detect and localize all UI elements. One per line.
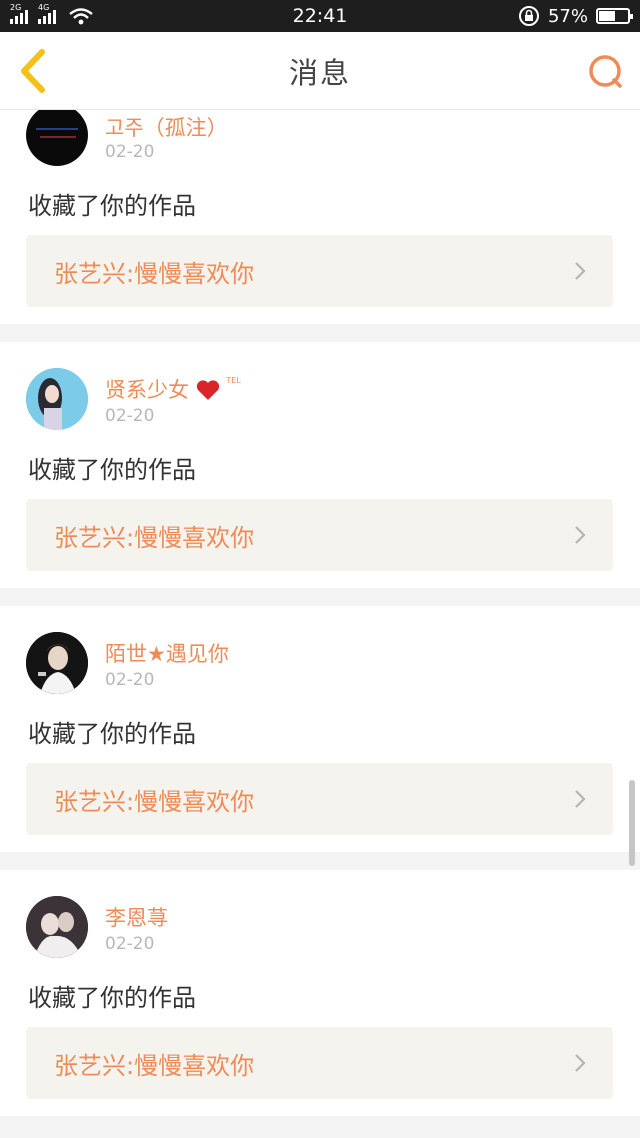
- chevron-right-icon: [575, 526, 586, 544]
- work-title: 张艺兴:慢慢喜欢你: [54, 1051, 255, 1080]
- scrollbar[interactable]: [629, 780, 635, 866]
- avatar[interactable]: [26, 110, 88, 166]
- rotation-lock-icon: [518, 6, 539, 26]
- network-2g-label: 2G: [10, 3, 22, 12]
- message-action: 收藏了你的作品: [28, 984, 196, 1012]
- header-bar: 消息: [0, 32, 640, 110]
- heart-icon: [196, 380, 219, 400]
- page-title: 消息: [288, 55, 351, 90]
- status-bar: 2G 4G 22:41 57%: [0, 0, 640, 32]
- work-link[interactable]: 张艺兴:慢慢喜欢你: [26, 499, 613, 571]
- work-title: 张艺兴:慢慢喜欢你: [54, 523, 255, 552]
- chevron-right-icon: [575, 790, 586, 808]
- avatar[interactable]: [26, 896, 88, 958]
- battery-fill: [599, 11, 615, 21]
- avatar[interactable]: [26, 632, 88, 694]
- search-icon[interactable]: [586, 52, 626, 92]
- username-text: 贤系少女: [105, 378, 189, 402]
- work-title: 张艺兴:慢慢喜欢你: [54, 787, 255, 816]
- message-action: 收藏了你的作品: [28, 192, 196, 220]
- message-action: 收藏了你的作品: [28, 720, 196, 748]
- message-date: 02-20: [105, 670, 155, 690]
- avatar[interactable]: [26, 368, 88, 430]
- battery-percent: 57%: [547, 5, 588, 27]
- message-list: 고주（孤注） 02-20 收藏了你的作品 张艺兴:慢慢喜欢你 贤系少女 TEL: [0, 110, 640, 1138]
- message-date: 02-20: [105, 934, 155, 954]
- message-card: 陌世★遇见你 02-20 收藏了你的作品 张艺兴:慢慢喜欢你: [0, 606, 640, 852]
- network-4g-label: 4G: [38, 3, 50, 12]
- message-card: 李恩荨 02-20 收藏了你的作品 张艺兴:慢慢喜欢你: [0, 870, 640, 1116]
- work-link[interactable]: 张艺兴:慢慢喜欢你: [26, 1027, 613, 1099]
- chevron-left-icon[interactable]: [14, 48, 54, 94]
- chevron-right-icon: [575, 1054, 586, 1072]
- user-badge: TEL: [226, 376, 241, 385]
- message-card: 贤系少女 TEL 02-20 收藏了你的作品 张艺兴:慢慢喜欢你: [0, 342, 640, 588]
- message-date: 02-20: [105, 142, 155, 162]
- username[interactable]: 贤系少女 TEL: [105, 374, 241, 404]
- message-date: 02-20: [105, 406, 155, 426]
- signal-4g-icon: 4G: [38, 4, 56, 24]
- status-left: 2G 4G: [10, 4, 94, 25]
- username[interactable]: 李恩荨: [105, 902, 168, 932]
- username[interactable]: 고주（孤注）: [105, 112, 228, 142]
- work-title: 张艺兴:慢慢喜欢你: [54, 259, 255, 288]
- signal-icon: 2G: [10, 4, 28, 24]
- work-link[interactable]: 张艺兴:慢慢喜欢你: [26, 763, 613, 835]
- chevron-right-icon: [575, 262, 586, 280]
- battery-icon: [596, 8, 633, 24]
- username[interactable]: 陌世★遇见你: [105, 638, 229, 668]
- work-link[interactable]: 张艺兴:慢慢喜欢你: [26, 235, 613, 307]
- message-card: 고주（孤注） 02-20 收藏了你的作品 张艺兴:慢慢喜欢你: [0, 110, 640, 324]
- wifi-icon: [69, 8, 93, 25]
- message-action: 收藏了你的作品: [28, 456, 196, 484]
- status-right: 57%: [518, 5, 633, 27]
